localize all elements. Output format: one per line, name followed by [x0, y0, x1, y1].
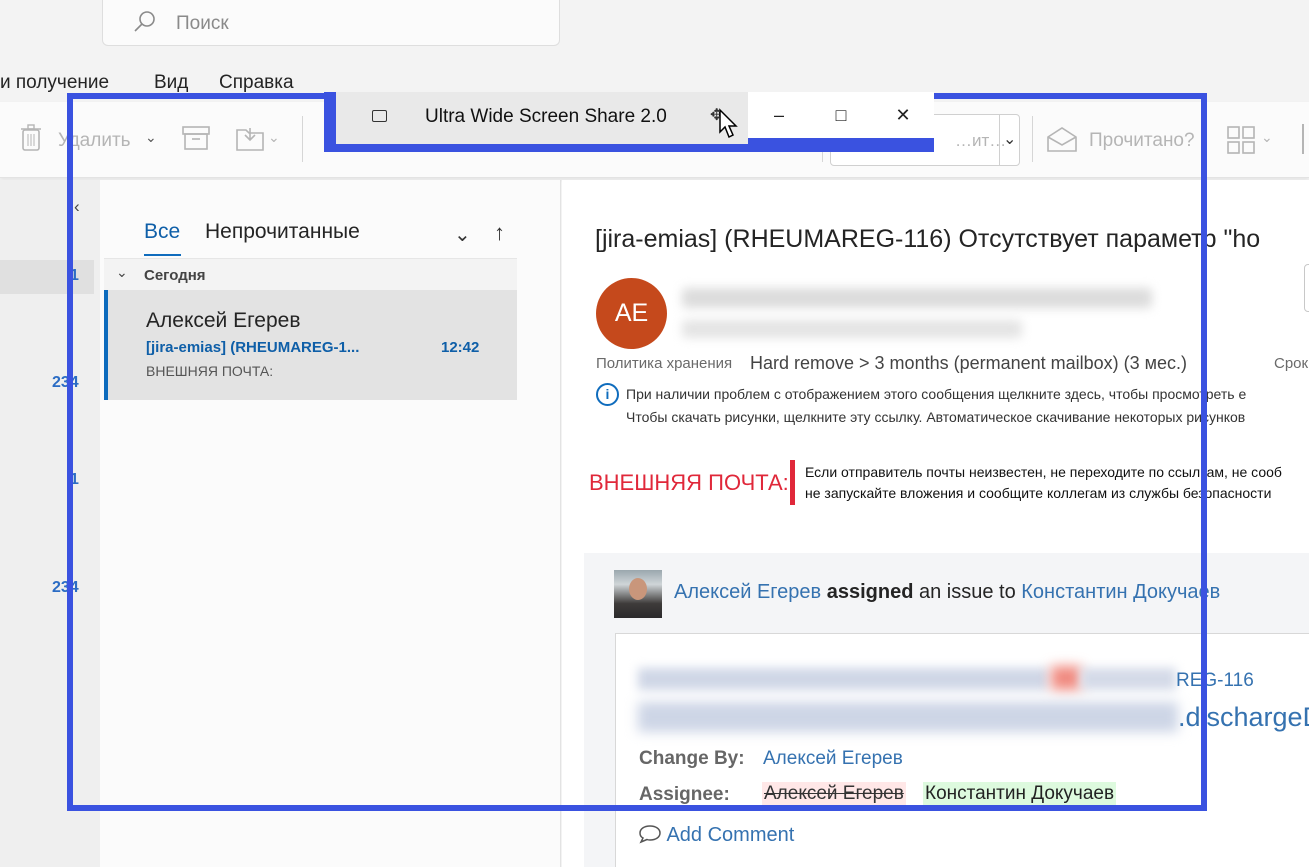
user-photo — [614, 570, 662, 618]
sort-arrow-icon[interactable]: ↑ — [494, 220, 505, 246]
chevron-down-icon[interactable]: ⌄ — [145, 129, 157, 146]
issue-key-link[interactable]: REG-116 — [1176, 670, 1254, 692]
priority-icon-blurred — [1051, 666, 1081, 690]
folder-selected[interactable] — [0, 260, 94, 294]
list-item[interactable]: Алексей Егерев [jira-emias] (RHEUMAREG-1… — [104, 290, 517, 400]
download-images-notice[interactable]: Чтобы скачать рисунки, щелкните эту ссыл… — [626, 409, 1245, 425]
issue-key-blurred — [1081, 668, 1176, 690]
info-icon: i — [596, 383, 619, 406]
recipient-info-blurred — [682, 320, 1022, 338]
trash-icon[interactable] — [20, 124, 42, 152]
email-title: [jira-emias] (RHEUMAREG-116) Отсутствует… — [595, 225, 1261, 253]
screen-share-title-area[interactable]: Ultra Wide Screen Share 2.0 ✥ — [336, 92, 748, 144]
retention-policy: Hard remove > 3 months (permanent mailbo… — [750, 353, 1188, 373]
search-icon — [134, 11, 155, 32]
change-by-link[interactable]: Алексей Егерев — [763, 748, 903, 770]
folder-count: 1 — [70, 471, 79, 488]
screen-share-titlebar[interactable]: Ultra Wide Screen Share 2.0 ✥ – □ ✕ — [324, 92, 934, 152]
delete-button[interactable]: Удалить — [58, 130, 131, 152]
external-warning-text-2: не запускайте вложения и сообщите коллег… — [805, 485, 1272, 501]
close-icon[interactable]: ✕ — [888, 103, 918, 127]
folder-count: 234 — [52, 374, 79, 391]
actor-link[interactable]: Алексей Егерев — [674, 581, 821, 603]
action-verb: assigned — [826, 581, 914, 603]
assignee-old: Алексей Егерев — [762, 782, 906, 806]
message-subject: [jira-emias] (RHEUMAREG-1... — [146, 339, 360, 356]
folder-count: 1 — [70, 267, 79, 284]
reading-pane: [jira-emias] (RHEUMAREG-116) Отсутствует… — [562, 180, 1309, 867]
jira-notification: Алексей Егерев assigned an issue to Конс… — [584, 553, 1309, 867]
ribbon-divider — [302, 116, 303, 162]
tab-all[interactable]: Все — [144, 220, 180, 244]
tab-active-indicator — [144, 254, 181, 256]
change-by-label: Change By: — [639, 748, 745, 769]
add-comment-label: Add Comment — [666, 824, 795, 846]
grid-chevron-icon[interactable]: ⌄ — [1261, 129, 1273, 146]
tab-unread[interactable]: Непрочитанные — [205, 220, 360, 244]
minimize-icon[interactable]: – — [764, 103, 794, 127]
retention-expiry: Срок — [1274, 355, 1309, 372]
external-warning-text: Если отправитель почты неизвестен, не пе… — [805, 464, 1282, 480]
ribbon-partial-icon — [1302, 124, 1304, 154]
selection-bar — [104, 290, 108, 400]
share-icon — [372, 110, 387, 122]
group-label: Сегодня — [144, 267, 206, 284]
reply-button[interactable] — [1304, 264, 1309, 312]
envelope-open-icon[interactable] — [1047, 126, 1077, 152]
grid-view-icon[interactable] — [1227, 126, 1255, 154]
move-to-folder-icon[interactable] — [236, 124, 264, 152]
action-text: an issue to — [918, 581, 1016, 603]
add-comment-link[interactable]: Add Comment — [638, 824, 794, 847]
maximize-icon[interactable]: □ — [826, 103, 856, 127]
external-warning-bar — [790, 460, 795, 505]
move-chevron-icon[interactable]: ⌄ — [268, 129, 280, 146]
ribbon-divider-3 — [1032, 116, 1033, 162]
dropdown-chevron-icon: ⌄ — [1003, 131, 1017, 148]
comment-icon — [639, 825, 661, 844]
project-path-blurred — [638, 668, 1048, 690]
collapse-pane-icon[interactable]: ‹ — [74, 197, 80, 217]
retention-label: Политика хранения — [596, 355, 733, 372]
folder-count: 234 — [52, 579, 79, 596]
issue-summary-link[interactable]: .dischargeD — [1178, 702, 1309, 733]
external-mail-label: ВНЕШНЯЯ ПОЧТА: — [589, 470, 789, 495]
mark-read-button[interactable]: Прочитано? — [1089, 130, 1195, 152]
message-time: 12:42 — [441, 339, 480, 356]
assignee-link[interactable]: Константин Докучаев — [1021, 581, 1220, 603]
archive-icon[interactable] — [182, 126, 210, 150]
message-sender: Алексей Егерев — [146, 309, 301, 332]
search-box[interactable]: Поиск — [102, 0, 560, 46]
group-chevron-icon: ⌄ — [116, 264, 128, 280]
message-preview: ВНЕШНЯЯ ПОЧТА: — [146, 363, 274, 379]
display-issue-notice[interactable]: При наличии проблем с отображением этого… — [626, 386, 1246, 402]
message-list: Все Непрочитанные ⌄ ↑ ⌄ Сегодня Алексей … — [100, 180, 561, 867]
avatar[interactable]: AE — [596, 278, 667, 349]
filter-chevron-icon[interactable]: ⌄ — [454, 222, 471, 247]
jira-activity-line: Алексей Егерев assigned an issue to Конс… — [674, 581, 1220, 604]
screen-share-title: Ultra Wide Screen Share 2.0 — [425, 106, 667, 127]
assignee-new: Константин Докучаев — [923, 782, 1117, 806]
menu-item-view[interactable]: Вид — [154, 72, 188, 94]
folder-pane: ‹ 1 234 1 234 — [0, 180, 100, 867]
window-controls: – □ ✕ — [748, 92, 934, 138]
menu-item-help[interactable]: Справка — [219, 72, 294, 94]
mouse-cursor-icon — [719, 108, 738, 139]
sender-info-blurred — [682, 288, 1152, 308]
assignee-label: Assignee: — [639, 784, 730, 805]
search-placeholder: Поиск — [176, 13, 229, 34]
issue-card: REG-116 .dischargeD Change By: Алексей Е… — [615, 633, 1309, 867]
menu-item-send-receive[interactable]: и получение — [0, 72, 109, 94]
group-header-today[interactable]: ⌄ Сегодня — [104, 258, 517, 290]
issue-summary-blurred — [638, 702, 1178, 732]
